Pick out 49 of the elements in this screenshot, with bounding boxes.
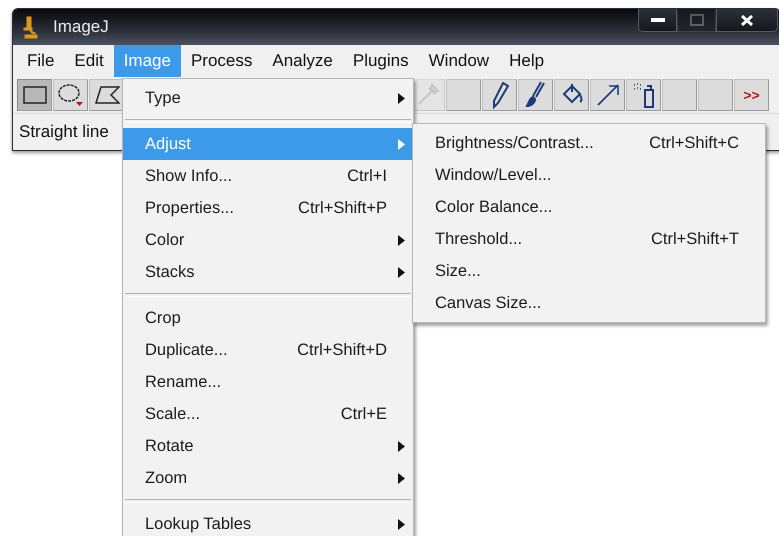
microscope-icon (21, 15, 39, 39)
menu[interactable]: Help (499, 45, 554, 77)
more-tools-button[interactable]: >> (734, 79, 769, 111)
polygon-icon (94, 85, 120, 105)
menu-item[interactable]: Type (123, 82, 413, 114)
oval-icon (56, 83, 84, 107)
window-title: ImageJ (53, 17, 109, 37)
menu-item[interactable]: Stacks (123, 256, 413, 288)
menu-item[interactable]: Rename... (123, 366, 413, 398)
tool-button[interactable] (626, 79, 661, 111)
tool-button[interactable] (53, 79, 88, 111)
menu-item[interactable]: Properties... Ctrl+Shift+P (123, 192, 413, 224)
maximize-icon (690, 14, 704, 26)
menu-item[interactable]: Canvas Size... (413, 287, 765, 319)
tool-button[interactable] (89, 79, 124, 111)
menu[interactable]: Process (180, 45, 262, 77)
rectangle-icon (22, 86, 46, 104)
menu-item[interactable]: Color Balance... (413, 191, 765, 223)
menu-item[interactable]: Size... (413, 255, 765, 287)
menu-item[interactable]: Rotate (123, 430, 413, 462)
menu-item[interactable]: Window/Level... (413, 159, 765, 191)
menu-item[interactable]: Duplicate... Ctrl+Shift+D (123, 334, 413, 366)
minimize-icon (650, 17, 664, 23)
menu-item[interactable]: Zoom (123, 462, 413, 494)
tool-button[interactable] (518, 79, 553, 111)
menu-item[interactable]: Lookup Tables (123, 508, 413, 536)
status-text: Straight line (19, 122, 109, 142)
close-icon (740, 14, 754, 26)
eyedropper-icon (416, 83, 440, 107)
menu[interactable]: Analyze (262, 45, 343, 77)
arrow-icon (594, 82, 620, 108)
menu[interactable]: File (17, 45, 64, 77)
tool-button[interactable] (482, 79, 517, 111)
spray-can-icon (632, 81, 656, 109)
menu-item[interactable]: Crop (123, 302, 413, 334)
menu-item[interactable]: Brightness/Contrast... Ctrl+Shift+C (413, 127, 765, 159)
menu-item[interactable]: Show Info... Ctrl+I (123, 160, 413, 192)
brush-icon (524, 81, 546, 109)
menu-item[interactable]: Threshold... Ctrl+Shift+T (413, 223, 765, 255)
minimize-button[interactable] (638, 9, 677, 32)
menu[interactable]: Edit (64, 45, 114, 77)
menu[interactable]: Plugins (342, 45, 419, 77)
menu[interactable]: Window (418, 45, 500, 77)
menu-item[interactable]: Scale... Ctrl+E (123, 398, 413, 430)
tool-button[interactable] (554, 79, 589, 111)
tool-button[interactable] (17, 79, 52, 111)
menu-item[interactable]: Color (123, 224, 413, 256)
close-button[interactable] (716, 9, 778, 32)
tool-button[interactable] (590, 79, 625, 111)
